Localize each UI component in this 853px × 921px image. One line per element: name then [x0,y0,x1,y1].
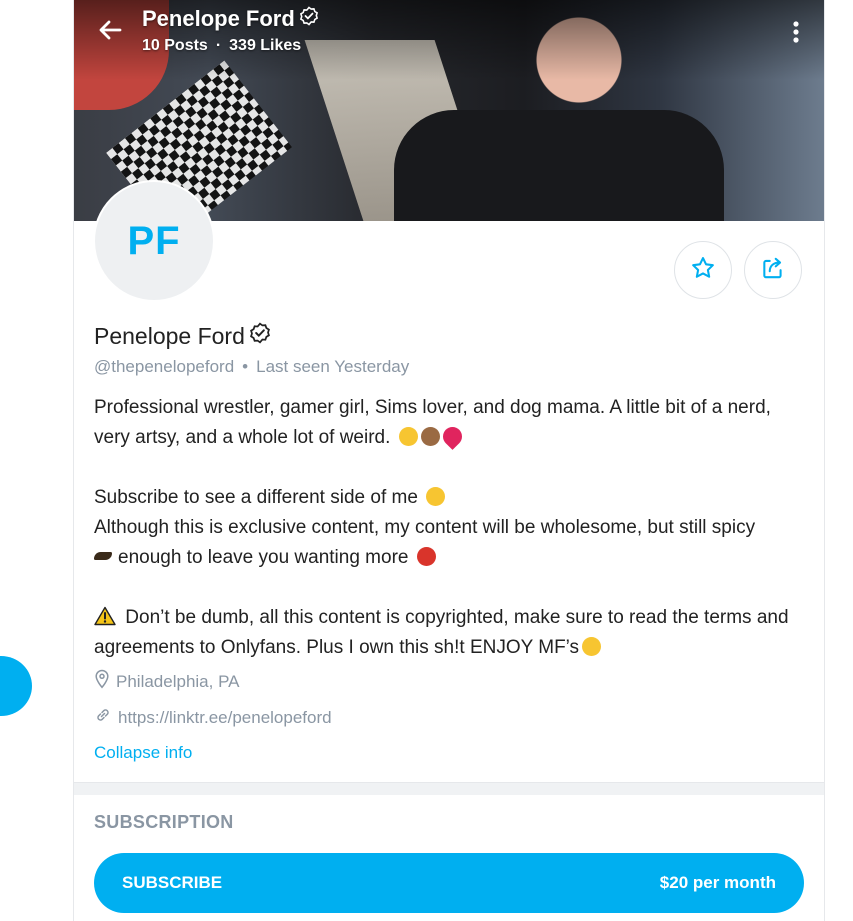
subscription-heading: SUBSCRIPTION [94,812,234,832]
side-chat-bubble[interactable] [0,656,32,716]
share-icon [760,255,786,286]
cover-image: Penelope Ford 10 Posts · 339 Likes [74,0,824,221]
subscribe-button[interactable]: SUBSCRIBE $20 per month [94,853,804,913]
share-button[interactable] [744,241,802,299]
bio-line-3a: Although this is exclusive content, my c… [94,517,756,538]
header-stats: 10 Posts · 339 Likes [142,37,302,54]
squinting-tongue-emoji-icon [426,487,446,506]
profile-bio: Professional wrestler, gamer girl, Sims … [94,393,799,663]
avatar-initials: PF [127,218,181,263]
likes-count: 339 Likes [229,37,302,54]
location-row: Philadelphia, PA [94,669,240,694]
back-arrow-icon[interactable] [96,16,124,44]
angry-face-emoji-icon [416,547,436,566]
heart-icon [438,423,466,450]
subscribe-label: SUBSCRIBE [122,873,223,892]
verified-badge-icon [249,322,271,350]
star-icon [690,255,716,286]
avatar[interactable]: PF [93,180,215,302]
more-options-icon[interactable] [786,18,806,46]
website-link[interactable]: https://linktr.ee/penelopeford [94,706,332,729]
profile-card: Penelope Ford 10 Posts · 339 Likes PF Pe… [73,0,825,921]
subscribe-price: $20 per month [659,873,776,892]
location-text: Philadelphia, PA [116,671,240,691]
last-seen: Last seen Yesterday [256,357,410,376]
header-name: Penelope Ford [142,6,319,32]
website-url[interactable]: https://linktr.ee/penelopeford [118,708,332,728]
bio-line-4: Don’t be dumb, all this content is copyr… [94,607,789,658]
link-icon [94,706,112,729]
warning-icon [94,606,125,628]
collapse-info-link[interactable]: Collapse info [94,743,192,763]
handle-row: @thepenelopeford • Last seen Yesterday [94,357,410,376]
posts-count: 10 Posts [142,37,208,54]
bio-line-3b: enough to leave you wanting more [118,547,409,568]
profile-handle: @thepenelopeford [94,357,235,376]
section-divider [74,782,824,795]
location-pin-icon [94,669,110,694]
pensive-emoji-icon [398,427,418,446]
chili-pepper-icon [94,552,112,560]
bio-line-2: Subscribe to see a different side of me [94,487,418,508]
winking-tongue-emoji-icon [582,637,602,656]
see-no-evil-monkey-icon [420,427,440,446]
verified-badge-icon [299,6,319,32]
favorite-button[interactable] [674,241,732,299]
profile-name: Penelope Ford [94,322,271,350]
